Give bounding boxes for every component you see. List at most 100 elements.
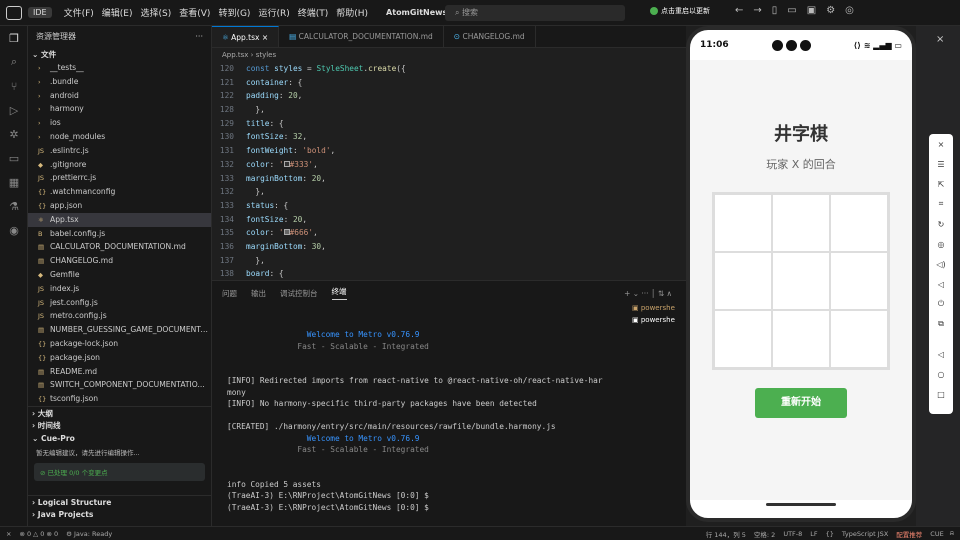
- volume-up-icon[interactable]: ◁): [929, 254, 953, 274]
- tab-calculator-doc[interactable]: ▤ CALCULATOR_DOCUMENTATION.md: [279, 26, 444, 47]
- errors-count[interactable]: ⊗ 0 △ 0 ⊗ 0: [19, 530, 58, 538]
- file-tree-item[interactable]: JS jest.config.js: [28, 296, 211, 310]
- home-icon[interactable]: ○: [929, 364, 953, 384]
- home-indicator[interactable]: [766, 503, 836, 506]
- file-tree-item[interactable]: ▤ CHANGELOG.md: [28, 254, 211, 268]
- file-tree-item[interactable]: › .bundle: [28, 75, 211, 89]
- split-icon[interactable]: ▭: [787, 5, 796, 16]
- menu-item[interactable]: 运行(R): [254, 6, 293, 19]
- cue-indicator[interactable]: CUE: [930, 530, 943, 538]
- file-tree-item[interactable]: {} package-lock.json: [28, 337, 211, 351]
- file-tree-item[interactable]: {} tsconfig.json: [28, 392, 211, 406]
- java-status[interactable]: ⚙ Java: Ready: [66, 530, 112, 538]
- ide-badge[interactable]: IDE: [28, 7, 52, 18]
- notification-icon[interactable]: ⍾: [950, 529, 954, 538]
- file-tree-item[interactable]: ◆ Gemfile: [28, 268, 211, 282]
- close-icon[interactable]: ×: [929, 134, 953, 154]
- grid-icon[interactable]: ▦: [0, 170, 28, 194]
- file-tree-item[interactable]: › node_modules: [28, 130, 211, 144]
- search-icon[interactable]: ⌕: [0, 50, 28, 74]
- braces-icon[interactable]: {}: [826, 530, 834, 538]
- breadcrumb-file[interactable]: App.tsx: [222, 51, 248, 59]
- remote-icon[interactable]: ⨯: [6, 530, 11, 538]
- terminal-item[interactable]: ▣ powershe: [632, 304, 686, 312]
- collapse-icon[interactable]: ⇱: [929, 174, 953, 194]
- board-cell[interactable]: [715, 195, 771, 251]
- tab-problems[interactable]: 问题: [222, 288, 237, 299]
- board-cell[interactable]: [773, 253, 829, 309]
- search-input[interactable]: ⌕ 搜索: [445, 5, 625, 21]
- menu-item[interactable]: 选择(S): [137, 6, 176, 19]
- explorer-icon[interactable]: ❐: [0, 26, 28, 50]
- more-icon[interactable]: ···: [195, 26, 203, 48]
- board-cell[interactable]: [715, 311, 771, 367]
- layout-icon[interactable]: ▯: [772, 5, 778, 16]
- java-projects-section[interactable]: › Java Projects: [28, 508, 211, 521]
- terminal-item[interactable]: ▣ powershe: [632, 316, 686, 324]
- encoding[interactable]: UTF-8: [783, 530, 802, 538]
- logical-structure-section[interactable]: › Logical Structure: [28, 494, 211, 508]
- menu-item[interactable]: 文件(F): [60, 6, 98, 19]
- tab-output[interactable]: 输出: [251, 288, 266, 299]
- flask-icon[interactable]: ⚗: [0, 194, 28, 218]
- outline-section[interactable]: › 大纲: [28, 405, 211, 419]
- forward-icon[interactable]: →: [753, 5, 761, 16]
- file-tree-item[interactable]: ▤ CALCULATOR_DOCUMENTATION.md: [28, 240, 211, 254]
- back-icon[interactable]: ◁: [929, 344, 953, 364]
- menu-item[interactable]: 帮助(H): [332, 6, 372, 19]
- menu-item[interactable]: 终端(T): [294, 6, 333, 19]
- file-tree-item[interactable]: › ios: [28, 116, 211, 130]
- remote-icon[interactable]: ▭: [0, 146, 28, 170]
- plugin-icon[interactable]: ◉: [0, 218, 28, 242]
- panel-icon[interactable]: ▣: [807, 5, 816, 16]
- files-section[interactable]: ⌄ 文件: [28, 48, 211, 61]
- run-debug-icon[interactable]: ▷: [0, 98, 28, 122]
- recents-icon[interactable]: □: [929, 384, 953, 404]
- file-tree-item[interactable]: JS .eslintrc.js: [28, 144, 211, 158]
- timeline-section[interactable]: › 时间线: [28, 419, 211, 432]
- config-recommend[interactable]: 配置推荐: [896, 529, 922, 539]
- volume-down-icon[interactable]: ◁: [929, 274, 953, 294]
- source-control-icon[interactable]: ⑂: [0, 74, 28, 98]
- file-tree-item[interactable]: Bbabel.config.js: [28, 227, 211, 241]
- board-cell[interactable]: [773, 311, 829, 367]
- board-cell[interactable]: [715, 253, 771, 309]
- cursor-position[interactable]: 行 144，列 5: [706, 529, 746, 539]
- power-icon[interactable]: ⏻: [929, 294, 953, 314]
- file-tree-item[interactable]: ▤ README.md: [28, 365, 211, 379]
- file-tree-item[interactable]: › harmony: [28, 102, 211, 116]
- settings-icon[interactable]: ⚙: [826, 5, 835, 16]
- board-cell[interactable]: [831, 195, 887, 251]
- board-cell[interactable]: [773, 195, 829, 251]
- file-tree-item[interactable]: JS index.js: [28, 282, 211, 296]
- file-tree-item[interactable]: › __tests__: [28, 61, 211, 75]
- rotate-icon[interactable]: ↻: [929, 214, 953, 234]
- terminal-output[interactable]: Welcome to Metro v0.76.9 Fast - Scalable…: [212, 305, 686, 513]
- tab-changelog[interactable]: ⊙ CHANGELOG.md: [444, 26, 536, 47]
- eol[interactable]: LF: [810, 530, 817, 538]
- file-tree-item[interactable]: ◆ .gitignore: [28, 158, 211, 172]
- tab-debug-console[interactable]: 调试控制台: [280, 288, 318, 299]
- tab-app-tsx[interactable]: ⚛ App.tsx ×: [212, 26, 280, 47]
- screenshot-icon[interactable]: ⧉: [929, 314, 953, 334]
- cue-section[interactable]: ⌄ Cue-Pro: [28, 432, 211, 445]
- file-tree-item[interactable]: ▤ SWITCH_COMPONENT_DOCUMENTATIO...: [28, 378, 211, 392]
- file-tree-item[interactable]: › android: [28, 89, 211, 103]
- tab-terminal[interactable]: 终端: [331, 286, 347, 300]
- file-tree-item[interactable]: {} package.json: [28, 351, 211, 365]
- board-cell[interactable]: [831, 311, 887, 367]
- language-mode[interactable]: TypeScript JSX: [842, 530, 888, 538]
- menu-item[interactable]: 查看(V): [175, 6, 214, 19]
- location-icon[interactable]: ◎: [929, 234, 953, 254]
- file-tree-item[interactable]: {} .watchmanconfig: [28, 185, 211, 199]
- new-terminal-icon[interactable]: + ⌄ ··· │ ⇅ ∧: [624, 289, 672, 298]
- extensions-icon[interactable]: ✲: [0, 122, 28, 146]
- crop-icon[interactable]: ⌗: [929, 194, 953, 214]
- menu-item[interactable]: 转到(G): [214, 6, 254, 19]
- menu-icon[interactable]: ☰: [929, 154, 953, 174]
- update-button[interactable]: 点击重启以更新: [650, 6, 710, 16]
- indentation[interactable]: 空格: 2: [754, 529, 775, 539]
- reset-button[interactable]: 重新开始: [755, 388, 847, 418]
- account-icon[interactable]: ◎: [845, 5, 854, 16]
- board-cell[interactable]: [831, 253, 887, 309]
